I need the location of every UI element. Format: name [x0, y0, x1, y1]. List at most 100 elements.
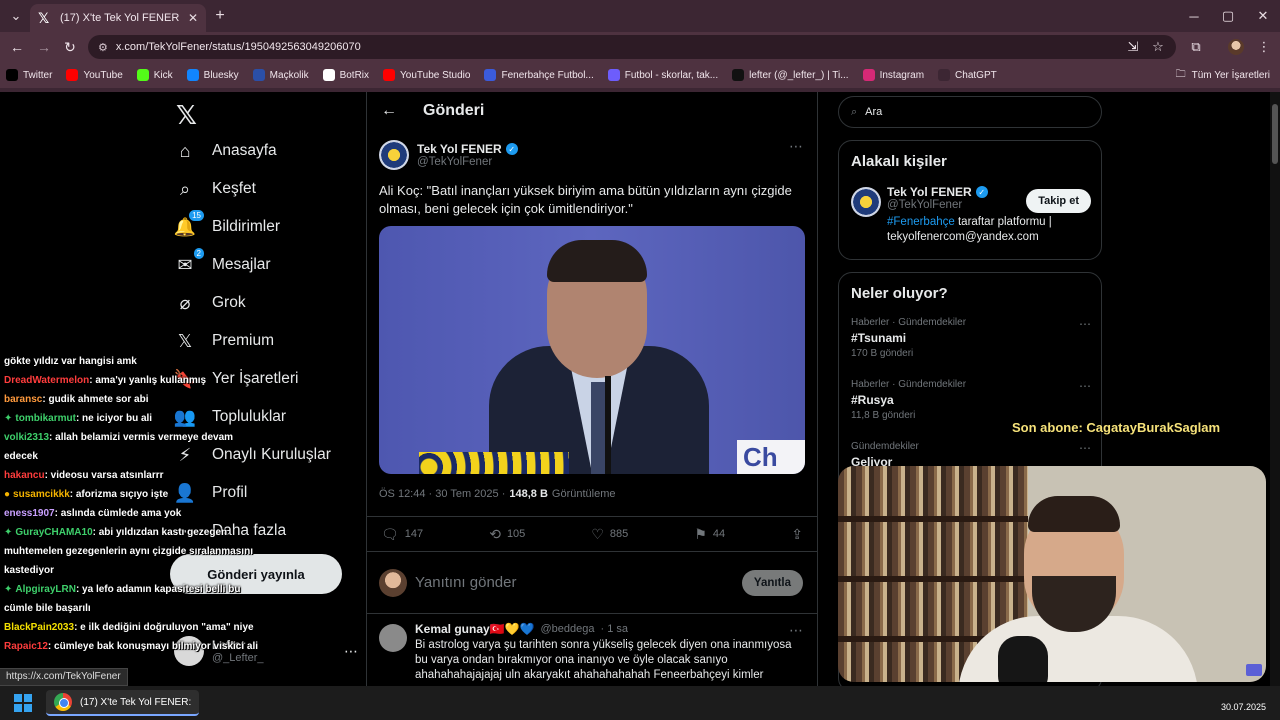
nav-item-1[interactable]: ⌕ Keşfet [174, 178, 256, 200]
relevant-person[interactable]: Tek Yol FENER ✓ @TekYolFener #Fenerbahçe… [851, 185, 1091, 245]
bookmark-3[interactable]: Bluesky [186, 69, 239, 81]
bookmark-9[interactable]: lefter (@_lefter_) | Ti... [732, 69, 849, 81]
chat-text: : ne iciyor bu ali [75, 413, 153, 424]
trend-item[interactable]: Haberler · Gündemdekiler #Tsunami 170 B gö… [851, 317, 1091, 359]
chat-username: baransc [4, 394, 43, 405]
profile-avatar[interactable] [1225, 36, 1247, 58]
bookmark-1[interactable]: YouTube [66, 69, 123, 81]
bookmark-6[interactable]: YouTube Studio [383, 69, 470, 81]
reply-input[interactable]: Yanıtını gönder [415, 574, 734, 591]
reply-time[interactable]: · 1 sa [601, 623, 629, 635]
reply-more-icon[interactable]: ⋯ [789, 622, 803, 639]
post-header: ← Gönderi [367, 92, 817, 130]
post-time[interactable]: ÖS 12:44 · 30 Tem 2025 · [379, 488, 505, 500]
trend-more-icon[interactable]: ⋯ [1079, 441, 1091, 455]
nav-item-label: Grok [212, 294, 246, 311]
search-box[interactable]: ⌕ [838, 96, 1102, 128]
menu-kebab-icon[interactable]: ⋮ [1253, 36, 1275, 58]
post-more-icon[interactable]: ⋯ [789, 138, 803, 155]
maximize-icon[interactable]: ▢ [1213, 5, 1243, 27]
youtube-icon [66, 69, 79, 81]
chat-text: muhtemelen gezegenlerin aynı çizgide sır… [4, 546, 253, 557]
share-action[interactable]: ⇪ [791, 526, 803, 543]
bookmark-2[interactable]: Kick [136, 69, 173, 81]
reply-action[interactable]: 🗨 147 [381, 526, 423, 543]
trend-more-icon[interactable]: ⋯ [1079, 317, 1091, 331]
verified-badge-icon: ✓ [505, 143, 518, 155]
reply-author-name[interactable]: Kemal gunay🇹🇷💛💙 [415, 622, 535, 636]
windows-taskbar: (17) X'te Tek Yol FENER: 30.07.2025 [0, 686, 1280, 720]
author-handle[interactable]: @TekYolFener [417, 156, 518, 168]
reply-button[interactable]: Yanıtla [741, 569, 803, 596]
author-avatar[interactable] [379, 140, 409, 170]
nav-item-5[interactable]: 𝕏 Premium [174, 330, 274, 352]
site-info-icon[interactable]: ⚙ [98, 41, 108, 54]
reply-author-handle[interactable]: @beddega [541, 623, 595, 635]
nav-item-0[interactable]: ⌂ Anasayfa [174, 140, 277, 162]
search-input[interactable] [865, 106, 1066, 118]
trend-item[interactable]: Haberler · Gündemdekiler #Rusya 11,8 B gön… [851, 379, 1091, 421]
minimize-icon[interactable]: ─ [1179, 5, 1209, 27]
bookmark-0[interactable]: Twitter [6, 69, 52, 81]
back-icon[interactable]: ← [6, 36, 28, 58]
bookmark-label: BotRix [339, 69, 370, 81]
relevant-avatar[interactable] [851, 187, 881, 217]
browser-chrome: ⌄ 𝕏 (17) X'te Tek Yol FENER: "Ali Koç ✕ … [0, 0, 1280, 92]
author-name[interactable]: Tek Yol FENER [417, 142, 502, 156]
install-app-icon[interactable]: ⇲ [1122, 36, 1144, 58]
reply-avatar[interactable] [379, 624, 407, 652]
trend-more-icon[interactable]: ⋯ [1079, 379, 1091, 393]
forward-icon[interactable]: → [33, 36, 55, 58]
chat-username: susamcikkk [13, 489, 70, 500]
browser-tab-active[interactable]: 𝕏 (17) X'te Tek Yol FENER: "Ali Koç ✕ [30, 4, 206, 32]
trend-name: #Rusya [851, 393, 894, 407]
chat-badge-icon: ✦ [4, 584, 13, 595]
bookmark-8[interactable]: Futbol - skorlar, tak... [607, 69, 718, 81]
bio-hashtag[interactable]: #Fenerbahçe [887, 216, 955, 228]
bookmark-action[interactable]: ⚑ 44 [694, 526, 725, 543]
all-bookmarks-label: Tüm Yer İşaretleri [1191, 70, 1270, 81]
new-tab-plus-icon[interactable]: + [210, 5, 230, 27]
nav-item-4[interactable]: ⌀ Grok [174, 292, 246, 314]
back-arrow-icon[interactable]: ← [381, 102, 397, 120]
page-scrollbar[interactable] [1270, 92, 1280, 686]
tab-search-chevron-icon[interactable]: ⌄ [4, 5, 28, 27]
account-more-icon[interactable]: ⋯ [344, 643, 358, 660]
reload-icon[interactable]: ↻ [59, 36, 81, 58]
follow-button[interactable]: Takip et [1026, 189, 1091, 213]
shelf-board [838, 516, 1028, 522]
chat-text: : gudik ahmete sor abi [42, 394, 149, 405]
reply-count: 147 [404, 528, 424, 540]
extensions-icon[interactable]: ⧉ [1185, 36, 1207, 58]
windows-start-icon[interactable] [14, 694, 32, 712]
reply-composer: Yanıtını gönder Yanıtla [367, 552, 817, 614]
bookmark-4[interactable]: Maçkolik [252, 69, 309, 81]
taskbar-window-label: (17) X'te Tek Yol FENER: [80, 696, 192, 708]
bookmark-11[interactable]: ChatGPT [938, 69, 997, 81]
nav-item-3[interactable]: ✉ 2 Mesajlar [174, 248, 271, 276]
relevant-name[interactable]: Tek Yol FENER [887, 185, 972, 199]
chat-message: eness1907: aslında cümlede ama yok [0, 504, 268, 523]
x-logo-icon[interactable]: 𝕏 [176, 100, 197, 131]
chat-message: ● susamcikkk: aforizma sıçıyo işte [0, 485, 268, 504]
bookmark-5[interactable]: BotRix [322, 69, 370, 81]
repost-action[interactable]: ⟲ 105 [489, 526, 525, 543]
address-bar[interactable]: ⚙ x.com/TekYolFener/status/1950492563049… [88, 35, 1176, 59]
post-author[interactable]: Tek Yol FENER ✓ @TekYolFener [379, 140, 518, 170]
close-window-icon[interactable]: ✕ [1248, 5, 1278, 27]
nav-item-2[interactable]: 🔔 15 Bildirimler [174, 210, 280, 238]
reply-tweet[interactable]: Kemal gunay🇹🇷💛💙 @beddega · 1 sa Bi astro… [379, 622, 809, 683]
tab-strip: ⌄ 𝕏 (17) X'te Tek Yol FENER: "Ali Koç ✕ … [0, 0, 1280, 32]
like-action[interactable]: ♡ 885 [591, 526, 628, 543]
bookmark-star-icon[interactable]: ☆ [1147, 36, 1169, 58]
bookmark-10[interactable]: Instagram [862, 69, 924, 81]
post-detail-column: ← Gönderi Tek Yol FENER ✓ @TekYolFener ⋯… [366, 92, 818, 686]
all-bookmarks[interactable]: 🗀 Tüm Yer İşaretleri [1176, 67, 1270, 84]
nav-item-label: Mesajlar [212, 256, 271, 273]
bookmark-7[interactable]: Fenerbahçe Futbol... [484, 69, 594, 81]
taskbar-chrome-window[interactable]: (17) X'te Tek Yol FENER: [46, 690, 200, 716]
tab-close-icon[interactable]: ✕ [188, 11, 198, 25]
post-image[interactable]: Ch [379, 226, 805, 474]
bookmark-label: Twitter [23, 69, 53, 81]
trend-category: Haberler · Gündemdekiler [851, 317, 967, 328]
